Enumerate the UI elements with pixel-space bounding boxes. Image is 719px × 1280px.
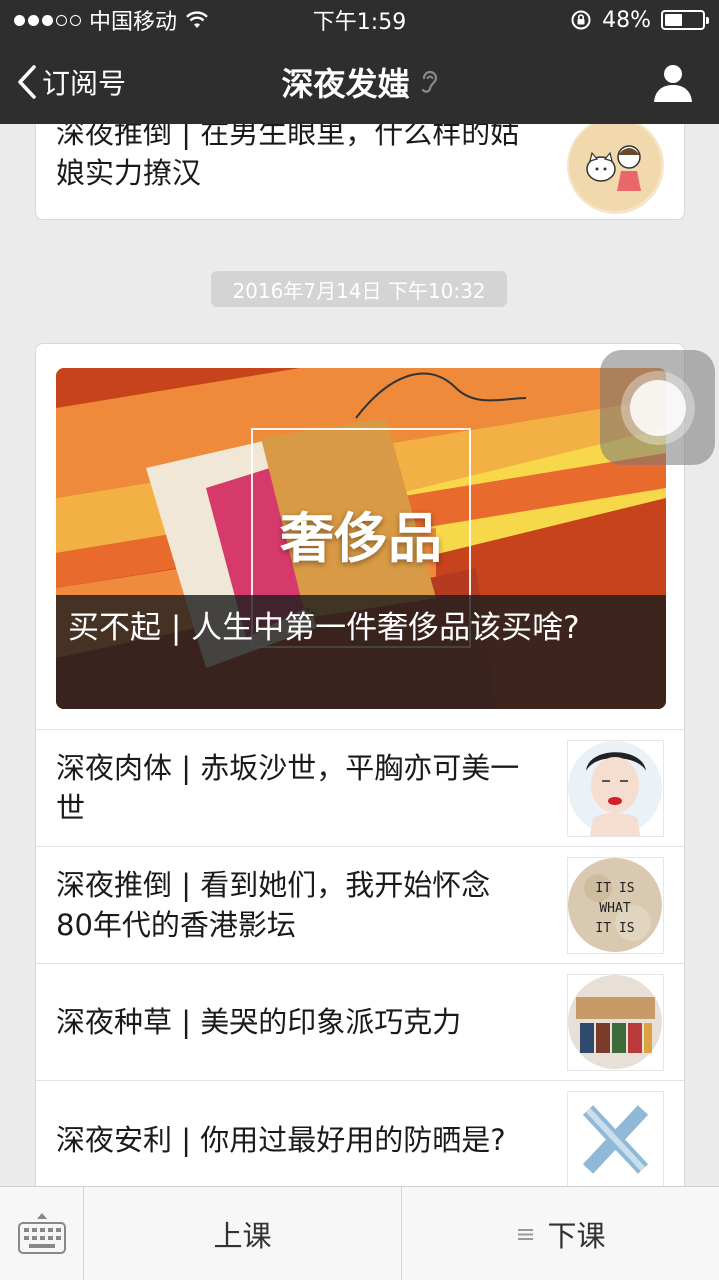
- menu-label: 下课: [547, 1218, 606, 1253]
- chocolate-image: [568, 975, 662, 1069]
- article-title: 深夜肉体 | 赤坂沙世，平胸亦可美一世: [56, 751, 520, 825]
- article-title: 深夜安利 | 你用过最好用的防晒是?: [56, 1122, 506, 1157]
- keyboard-toggle-button[interactable]: [0, 1187, 84, 1280]
- portrait-image: [568, 741, 662, 836]
- ear-icon: [421, 70, 437, 93]
- main-article-title: 买不起 | 人生中第一件奢侈品该买啥?: [56, 595, 666, 709]
- portrait-thumb: [567, 740, 664, 837]
- menu-button-left[interactable]: 上课: [84, 1187, 401, 1280]
- assistive-touch-button[interactable]: [600, 350, 715, 465]
- bottom-menu-bar: 上课 ≡ 下课: [0, 1186, 719, 1280]
- page-title: 深夜发媸: [281, 65, 410, 103]
- back-label: 订阅号: [42, 67, 127, 100]
- it-is-what-it-is-image: IT IS WHAT IT IS: [568, 858, 662, 952]
- back-button[interactable]: 订阅号: [16, 40, 126, 124]
- nav-bar: 订阅号 深夜发媸: [0, 40, 719, 124]
- status-right: 48%: [570, 7, 709, 33]
- main-article-cover[interactable]: 奢侈品 买不起 | 人生中第一件奢侈品该买啥?: [56, 368, 666, 709]
- assistive-touch-icon: [620, 370, 695, 445]
- message-list[interactable]: 深夜推倒 | 在男生眼里，什么样的姑娘实力撩汉 2016年7月14日 下午10:…: [0, 124, 719, 1186]
- list-item[interactable]: 深夜肉体 | 赤坂沙世，平胸亦可美一世: [36, 730, 684, 847]
- menu-button-right[interactable]: ≡ 下课: [401, 1187, 719, 1280]
- x-thumb: [567, 1091, 664, 1186]
- menu-label: 上课: [213, 1218, 272, 1253]
- article-title: 深夜推倒 | 在男生眼里，什么样的姑娘实力撩汉: [56, 124, 520, 190]
- article-title: 深夜推倒 | 看到她们，我开始怀念80年代的香港影坛: [56, 868, 491, 942]
- list-item[interactable]: 深夜推倒 | 在男生眼里，什么样的姑娘实力撩汉: [36, 124, 684, 219]
- previous-article-card[interactable]: 深夜推倒 | 在男生眼里，什么样的姑娘实力撩汉: [35, 124, 685, 220]
- message-timestamp: 2016年7月14日 下午10:32: [211, 271, 507, 307]
- svg-text:IT IS: IT IS: [595, 881, 634, 896]
- rotation-lock-icon: [571, 10, 591, 30]
- list-item[interactable]: 深夜推倒 | 看到她们，我开始怀念80年代的香港影坛 IT IS WHAT IT…: [36, 847, 684, 964]
- profile-icon[interactable]: [651, 60, 695, 104]
- sub-article-list: 深夜肉体 | 赤坂沙世，平胸亦可美一世 深夜推倒 | 看到她们，我开始怀念80年…: [36, 729, 684, 1186]
- it-is-what-it-is-thumb: IT IS WHAT IT IS: [567, 857, 664, 954]
- cartoon-thumb: [567, 124, 664, 214]
- list-item[interactable]: 深夜种草 | 美哭的印象派巧克力: [36, 964, 684, 1081]
- signal-strength-icon: [14, 14, 81, 26]
- carrier-name: 中国移动: [89, 10, 178, 35]
- submenu-icon: ≡: [515, 1219, 536, 1248]
- cover-title-text: 奢侈品: [280, 507, 442, 570]
- status-bar: 中国移动 下午1:59 48%: [0, 0, 719, 40]
- chevron-left-icon: [18, 65, 36, 99]
- x-image: [568, 1092, 663, 1186]
- battery-level: [665, 14, 683, 26]
- battery-icon: [661, 10, 709, 30]
- chocolate-thumb: [567, 974, 664, 1071]
- svg-text:IT IS: IT IS: [595, 921, 634, 936]
- article-group-card[interactable]: 奢侈品 买不起 | 人生中第一件奢侈品该买啥? 深夜肉体 | 赤坂沙世，平胸亦可…: [35, 343, 685, 1186]
- status-left: 中国移动: [14, 4, 209, 36]
- keyboard-icon: [17, 1212, 66, 1254]
- cartoon-image: [569, 124, 661, 211]
- list-item[interactable]: 深夜安利 | 你用过最好用的防晒是?: [36, 1081, 684, 1186]
- svg-text:WHAT: WHAT: [599, 901, 630, 916]
- article-title: 深夜种草 | 美哭的印象派巧克力: [56, 1005, 462, 1039]
- wifi-icon: [186, 11, 208, 28]
- battery-percent: 48%: [602, 7, 651, 33]
